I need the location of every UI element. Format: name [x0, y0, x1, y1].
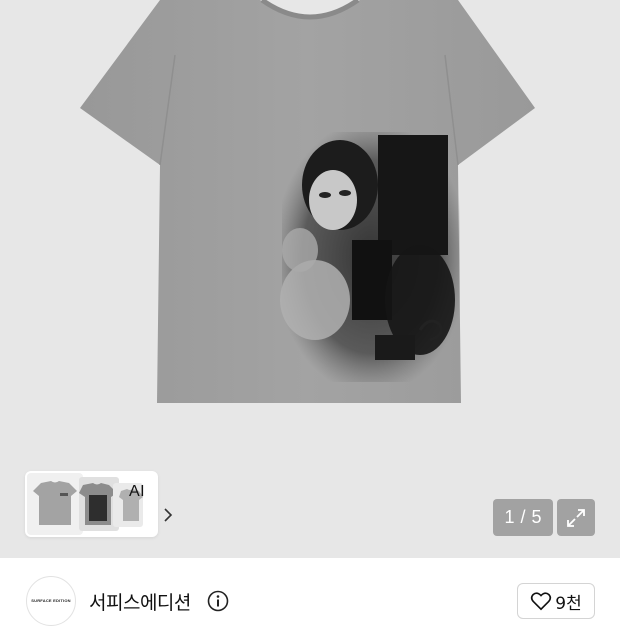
- like-button[interactable]: 9천: [517, 583, 595, 619]
- brand-name[interactable]: 서피스에디션: [89, 588, 191, 615]
- expand-image-button[interactable]: [557, 499, 595, 536]
- chevron-right-icon: [164, 508, 173, 522]
- pager-current: 1: [504, 507, 515, 527]
- ai-thumbnails: [27, 473, 143, 535]
- brand-logo[interactable]: SURFACE EDITION: [26, 576, 76, 626]
- ai-recommendation-card[interactable]: AI: [25, 471, 173, 537]
- tshirt-front-thumbnail: [33, 481, 77, 525]
- pager-separator: /: [520, 507, 526, 527]
- brand-logo-text: SURFACE EDITION: [31, 598, 71, 603]
- heart-icon: [531, 592, 552, 611]
- like-count: 9천: [555, 593, 582, 614]
- tshirt-graphic-print: [280, 132, 460, 382]
- expand-icon: [567, 509, 585, 527]
- image-pager: 1 / 5: [493, 499, 553, 536]
- ai-label: AI: [129, 483, 146, 500]
- info-icon[interactable]: [207, 590, 229, 612]
- product-image-gallery[interactable]: AI 1 / 5: [0, 0, 620, 558]
- pager-total: 5: [531, 507, 542, 527]
